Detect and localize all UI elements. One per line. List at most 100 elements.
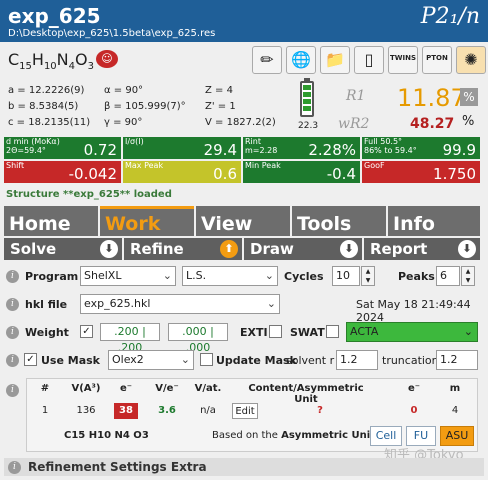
metric-label: I/σ(I) <box>125 137 144 146</box>
structure-title: exp_625 <box>8 4 101 28</box>
tab-work[interactable]: Work <box>100 206 194 236</box>
status-message: Structure **exp_625** loaded <box>6 189 172 200</box>
info-icon[interactable]: i <box>6 354 19 367</box>
metric-rint: Rint m=2.28 2.28% <box>243 137 360 159</box>
metric-value: -0.4 <box>326 165 356 183</box>
cycles-stepper[interactable]: ▲ ▼ <box>361 266 375 286</box>
metric-label: Rint m=2.28 <box>245 137 278 155</box>
swat-checkbox[interactable] <box>326 325 339 338</box>
cell-m: 4 <box>451 405 459 416</box>
wr2-label: wR2 <box>338 116 370 132</box>
asu-button[interactable]: ASU <box>440 426 474 446</box>
use-mask-checkbox[interactable]: ✓ <box>24 353 37 366</box>
globe-icon[interactable]: 🌐 <box>286 46 316 74</box>
solvent-radius-label: solvent r <box>286 354 335 367</box>
info-icon[interactable]: i <box>6 298 19 311</box>
refinement-settings-extra-section[interactable]: i Refinement Settings Extra <box>4 458 484 476</box>
molecule-face-icon[interactable]: ☺ <box>96 50 118 68</box>
acta-select[interactable]: ACTA ⌄ <box>346 322 478 342</box>
metric-label: GooF <box>364 161 385 170</box>
document-icon[interactable]: ▯ <box>354 46 384 74</box>
tab-tools[interactable]: Tools <box>292 206 386 236</box>
cell-volume: V = 1827.2(2) <box>205 117 276 128</box>
hkl-file-select[interactable]: exp_625.hkl ⌄ <box>80 294 280 314</box>
cycles-input[interactable]: 10 <box>332 266 360 286</box>
solvent-radius-input[interactable]: 1.2 <box>336 350 378 370</box>
program-label: Program <box>25 270 79 283</box>
file-path: D:\Desktop\exp_625\1.5beta\exp_625.res <box>8 28 216 39</box>
peaks-input[interactable]: 6 <box>436 266 460 286</box>
cell-electrons: 38 <box>114 403 138 419</box>
cell-content: ? <box>317 405 323 416</box>
subtab-draw[interactable]: Draw ⬇ <box>244 238 362 260</box>
metric-min-peak: Min Peak -0.4 <box>243 161 360 183</box>
info-icon[interactable]: i <box>6 384 19 397</box>
col-header-electrons: e⁻ <box>119 383 133 394</box>
method-select[interactable]: L.S. ⌄ <box>182 266 278 286</box>
table-formula: C15 H10 N4 O3 <box>64 430 149 441</box>
edit-button[interactable]: Edit <box>232 403 258 419</box>
cell-button[interactable]: Cell <box>370 426 402 446</box>
metric-isigma: I/σ(I) 29.4 <box>123 137 241 159</box>
cell-index: 1 <box>41 405 49 416</box>
truncation-input[interactable]: 1.2 <box>436 350 478 370</box>
truncation-label: truncation <box>382 354 439 367</box>
info-icon[interactable]: i <box>6 270 19 283</box>
metric-completeness: Full 50.5° 86% to 59.4° 99.9 <box>362 137 480 159</box>
info-icon[interactable]: i <box>8 461 21 474</box>
subtab-refine[interactable]: Refine ⬆ <box>124 238 242 260</box>
cell-a: a = 12.2226(9) <box>8 85 85 96</box>
col-header-e: e⁻ <box>407 383 421 394</box>
cell-beta: β = 105.999(7)° <box>104 101 186 112</box>
chevron-down-icon[interactable]: ⬇ <box>340 240 358 258</box>
metric-value: 29.4 <box>203 141 237 159</box>
metric-label: Max Peak <box>125 161 164 170</box>
cell-e: 0 <box>410 405 418 416</box>
metric-label: Full 50.5° 86% to 59.4° <box>364 137 417 155</box>
cell-v-per-e: 3.6 <box>158 405 176 416</box>
col-header-content: Content/Asymmetric Unit <box>248 383 364 405</box>
exti-checkbox[interactable] <box>269 325 282 338</box>
tab-home[interactable]: Home <box>4 206 98 236</box>
tab-view[interactable]: View <box>196 206 290 236</box>
chevron-down-icon: ⌄ <box>180 353 190 366</box>
tab-info[interactable]: Info <box>388 206 480 236</box>
metric-value: -0.042 <box>68 165 117 183</box>
subtab-report[interactable]: Report ⬇ <box>364 238 480 260</box>
col-header-volume: V(A³) <box>71 383 101 394</box>
peaks-stepper[interactable]: ▲ ▼ <box>461 266 475 286</box>
peaks-label: Peaks <box>398 270 435 283</box>
wr2-percent: % <box>462 114 475 129</box>
cell-gamma: γ = 90° <box>104 117 143 128</box>
chevron-down-icon: ⌄ <box>463 325 473 338</box>
program-select[interactable]: ShelXL ⌄ <box>80 266 176 286</box>
info-icon[interactable]: i <box>6 326 19 339</box>
folder-icon[interactable]: 📁 <box>320 46 350 74</box>
weight-suggested[interactable]: .000 | .000 <box>168 323 228 354</box>
weight-label: Weight <box>25 326 69 339</box>
mask-program-select[interactable]: Olex2 ⌄ <box>108 350 194 370</box>
chevron-down-icon: ⌄ <box>266 297 276 310</box>
cell-c: c = 18.2135(11) <box>8 117 91 128</box>
chevron-down-icon[interactable]: ⬇ <box>100 240 118 258</box>
pton-button[interactable]: PTON <box>422 46 452 74</box>
weight-checkbox[interactable]: ✓ <box>80 325 93 338</box>
cell-volume: 136 <box>76 405 96 416</box>
chevron-up-icon[interactable]: ⬆ <box>220 240 238 258</box>
weight-current[interactable]: .200 | .200 <box>100 323 160 354</box>
chevron-down-icon: ⌄ <box>162 269 172 282</box>
pencil-icon[interactable]: ✏ <box>252 46 282 74</box>
fu-button[interactable]: FU <box>406 426 436 446</box>
r1-percent-button[interactable]: % <box>460 88 478 106</box>
metric-value: 99.9 <box>442 141 476 159</box>
chevron-down-icon: ⌄ <box>264 269 274 282</box>
twins-button[interactable]: TWINS <box>388 46 418 74</box>
metric-value: 1.750 <box>433 165 476 183</box>
subtab-solve[interactable]: Solve ⬇ <box>4 238 122 260</box>
chevron-down-icon[interactable]: ⬇ <box>458 240 476 258</box>
subtab-label: Solve <box>10 240 57 258</box>
settings-icon[interactable]: ✺ <box>456 46 486 74</box>
subtab-label: Report <box>370 240 428 258</box>
update-mask-checkbox[interactable] <box>200 353 213 366</box>
exti-label: EXTI <box>240 326 268 339</box>
